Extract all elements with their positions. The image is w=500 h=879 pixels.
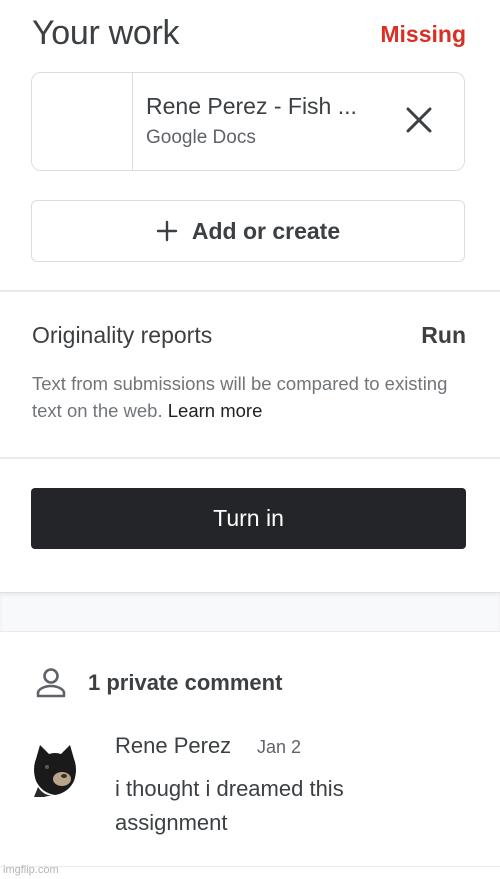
avatar [30,741,80,797]
private-comments-header: 1 private comment [34,666,282,700]
divider [0,290,500,292]
divider [0,457,500,459]
attachment-title[interactable]: Rene Perez - Fish ... [146,93,357,120]
learn-more-link[interactable]: Learn more [168,400,263,421]
remove-attachment-button[interactable] [404,105,434,135]
card-separator [0,592,500,632]
attachment-type: Google Docs [146,127,256,148]
person-icon [36,668,66,698]
status-missing-label: Missing [380,21,466,47]
add-or-create-label: Add or create [191,217,341,244]
private-comment-count: 1 private comment [88,670,283,695]
cat-avatar-image [30,741,80,797]
run-originality-button[interactable]: Run [421,322,466,349]
attachment-thumbnail[interactable] [32,73,133,170]
comment-text: i thought i dreamed this assignment [115,776,344,835]
turn-in-button[interactable]: Turn in [31,488,466,549]
your-work-title: Your work [32,14,180,52]
add-or-create-button[interactable]: Add or create [31,200,465,262]
plus-icon [156,220,178,242]
divider [0,866,500,867]
close-icon [406,107,432,133]
attachment-card[interactable]: Rene Perez - Fish ... Google Docs [31,72,465,171]
comment-date: Jan 2 [257,737,302,757]
your-work-card: Your work Missing Rene Perez - Fish ... … [0,0,500,290]
originality-reports-title: Originality reports [32,322,213,348]
watermark: imgflip.com [3,864,59,876]
originality-description: Text from submissions will be compared t… [32,370,472,424]
comment-author: Rene Perez [115,733,232,758]
